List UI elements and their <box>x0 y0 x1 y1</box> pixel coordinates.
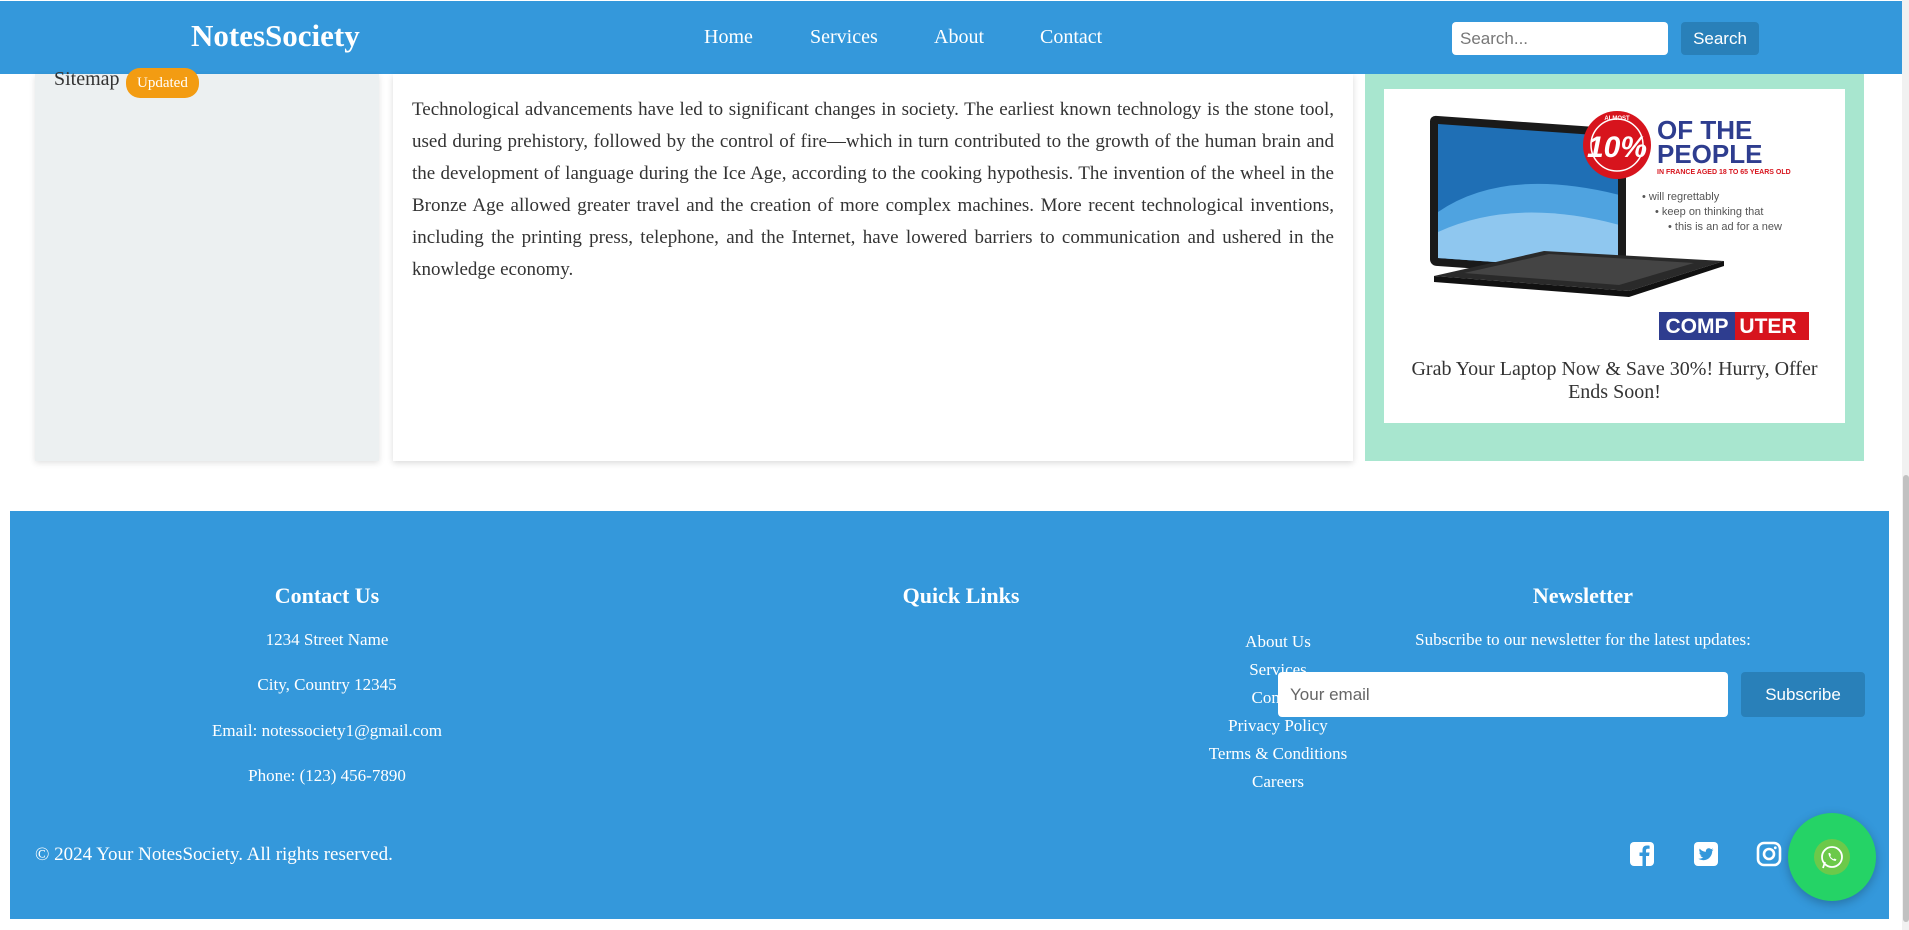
nav-services[interactable]: Services <box>810 26 878 49</box>
footer-link-privacy-policy[interactable]: Privacy Policy <box>961 716 1595 736</box>
nav-contact[interactable]: Contact <box>1040 26 1102 49</box>
nav-home[interactable]: Home <box>704 26 753 49</box>
ad-card[interactable]: ALMOST 10% OF THE PEOPLE IN FRANCE AGED … <box>1384 89 1845 423</box>
facebook-icon[interactable] <box>1629 841 1655 867</box>
article-card: Technological advancements have led to s… <box>393 74 1353 461</box>
svg-text:10%: 10% <box>1587 131 1647 164</box>
page-scrollbar[interactable] <box>1902 0 1909 930</box>
quick-links-heading: Quick Links <box>902 583 1020 608</box>
whatsapp-icon <box>1814 839 1850 875</box>
newsletter-heading: Newsletter <box>1532 583 1634 608</box>
scrollbar-thumb[interactable] <box>1903 475 1909 922</box>
contact-heading: Contact Us <box>274 583 380 608</box>
site-footer: Contact Us 1234 Street Name City, Countr… <box>10 511 1889 919</box>
whatsapp-float-button[interactable] <box>1788 813 1876 901</box>
svg-text:• will regrettably: • will regrettably <box>1642 191 1720 203</box>
sidebar: Sitemap Updated <box>35 68 379 461</box>
laptop-ad-image: ALMOST 10% OF THE PEOPLE IN FRANCE AGED … <box>1430 111 1809 340</box>
nav-about[interactable]: About <box>934 26 984 49</box>
site-header: NotesSociety Home Services About Contact… <box>0 1 1902 74</box>
svg-text:ALMOST: ALMOST <box>1604 116 1630 122</box>
copyright-text: © 2024 Your NotesSociety. All rights res… <box>35 844 393 865</box>
contact-email: Email: notessociety1@gmail.com <box>212 721 442 740</box>
brand-logo[interactable]: NotesSociety <box>191 18 360 54</box>
footer-link-terms[interactable]: Terms & Conditions <box>961 744 1595 764</box>
search-button[interactable]: Search <box>1681 22 1759 55</box>
sitemap-link[interactable]: Sitemap <box>54 68 120 91</box>
svg-text:IN FRANCE AGED 18 TO 65 YEARS: IN FRANCE AGED 18 TO 65 YEARS OLD <box>1657 169 1791 176</box>
newsletter-subtitle: Subscribe to our newsletter for the late… <box>1415 630 1751 649</box>
contact-phone: Phone: (123) 456-7890 <box>248 766 406 785</box>
svg-text:PEOPLE: PEOPLE <box>1657 139 1762 169</box>
svg-text:• this is an ad for a new: • this is an ad for a new <box>1668 221 1782 233</box>
subscribe-button[interactable]: Subscribe <box>1741 672 1865 717</box>
svg-text:UTER: UTER <box>1739 315 1796 338</box>
ad-caption: Grab Your Laptop Now & Save 30%! Hurry, … <box>1411 358 1818 403</box>
contact-city: City, Country 12345 <box>257 675 397 694</box>
svg-text:COMP: COMP <box>1666 315 1729 338</box>
footer-link-careers[interactable]: Careers <box>961 772 1595 792</box>
svg-text:• keep on thinking that: • keep on thinking that <box>1655 206 1763 218</box>
instagram-icon[interactable] <box>1756 841 1782 867</box>
twitter-icon[interactable] <box>1693 841 1719 867</box>
article-text: Technological advancements have led to s… <box>412 99 1334 280</box>
ad-container: ALMOST 10% OF THE PEOPLE IN FRANCE AGED … <box>1365 74 1864 461</box>
updated-badge: Updated <box>126 68 199 98</box>
contact-street: 1234 Street Name <box>265 630 389 649</box>
search-input[interactable] <box>1452 22 1668 55</box>
newsletter-email-input[interactable] <box>1278 672 1728 717</box>
